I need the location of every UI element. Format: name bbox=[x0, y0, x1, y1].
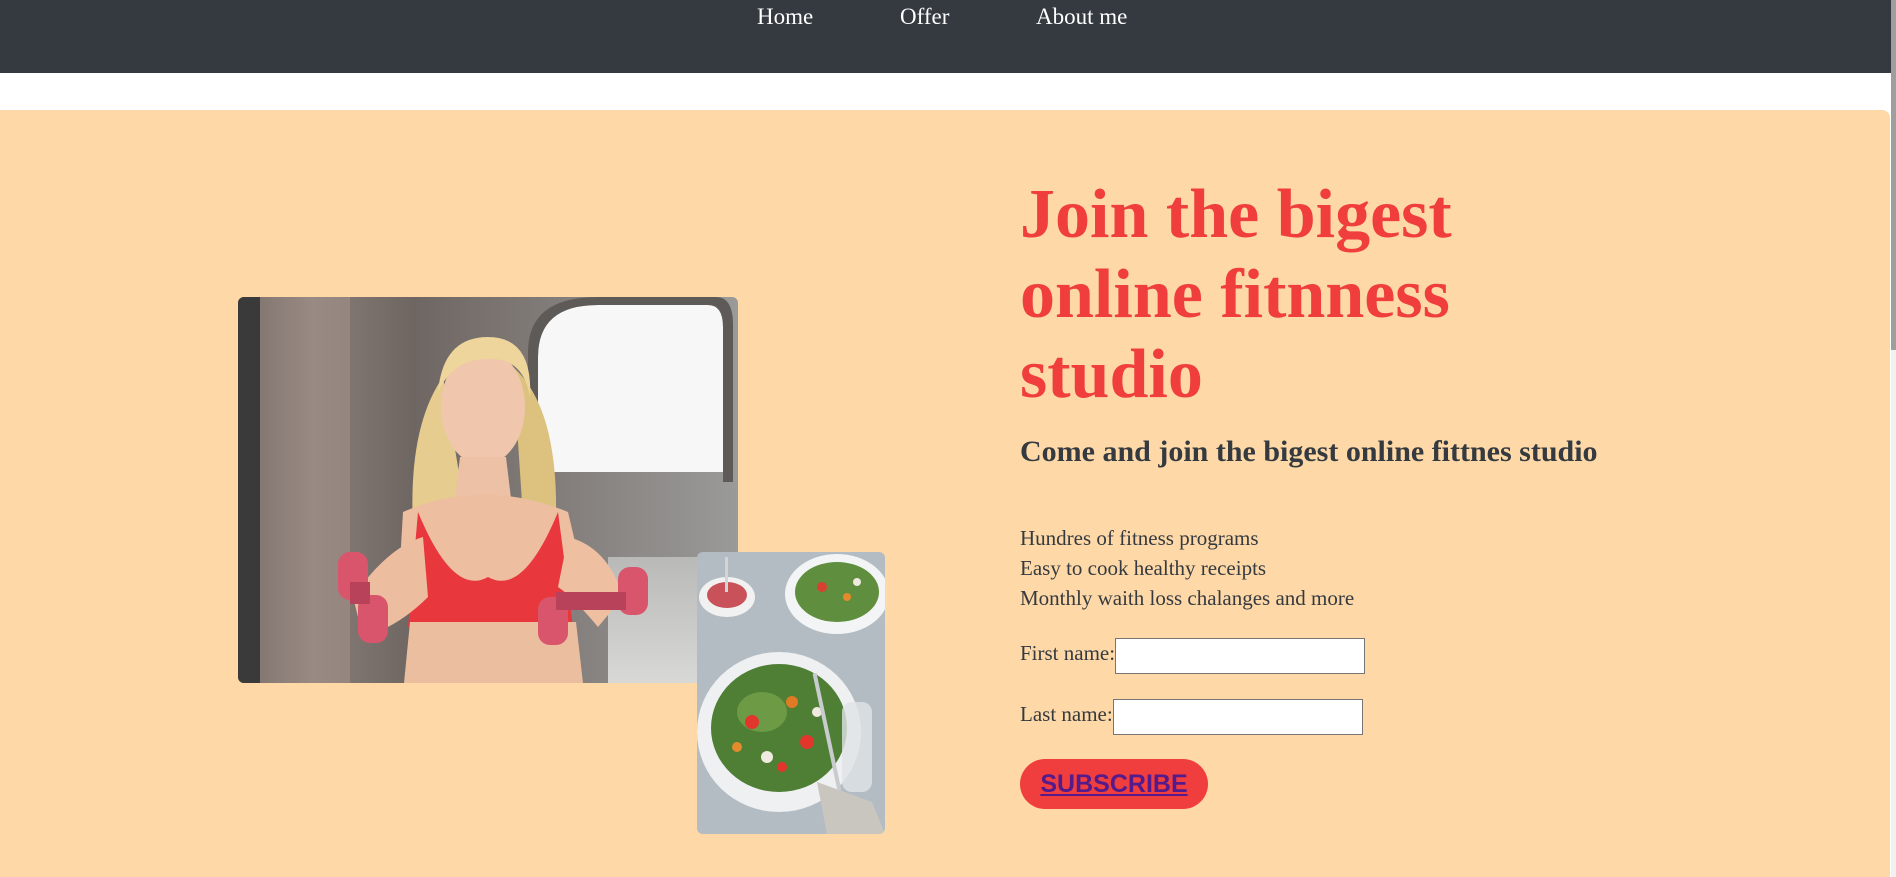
subscribe-button[interactable]: SUBSCRIBE bbox=[1020, 759, 1208, 809]
nav-link-home[interactable]: Home bbox=[757, 4, 813, 30]
vertical-scrollbar[interactable] bbox=[1891, 0, 1896, 877]
last-name-label: Last name: bbox=[1020, 702, 1113, 726]
feature-item: Hundres of fitness programs bbox=[1020, 526, 1259, 550]
top-navbar: Home Offer About me bbox=[0, 0, 1896, 73]
nav-link-offer[interactable]: Offer bbox=[900, 4, 949, 30]
nav-link-about-me[interactable]: About me bbox=[1036, 4, 1127, 30]
first-name-field[interactable] bbox=[1115, 638, 1365, 674]
feature-item: Monthly waith loss chalanges and more bbox=[1020, 586, 1355, 610]
hero-section: Join the bigest online fitnness studio C… bbox=[0, 110, 1890, 877]
scrollbar-thumb[interactable] bbox=[1891, 0, 1896, 350]
salad-bowls-photo bbox=[697, 552, 885, 834]
feature-list: Hundres of fitness programs Easy to cook… bbox=[1020, 523, 1354, 613]
last-name-field[interactable] bbox=[1113, 699, 1363, 735]
hero-title: Join the bigest online fitnness studio bbox=[1020, 176, 1452, 413]
woman-with-dumbbells-photo bbox=[238, 297, 738, 683]
hero-subtitle: Come and join the bigest online fittnes … bbox=[1020, 435, 1598, 468]
first-name-label: First name: bbox=[1020, 641, 1116, 665]
feature-item: Easy to cook healthy receipts bbox=[1020, 556, 1267, 580]
